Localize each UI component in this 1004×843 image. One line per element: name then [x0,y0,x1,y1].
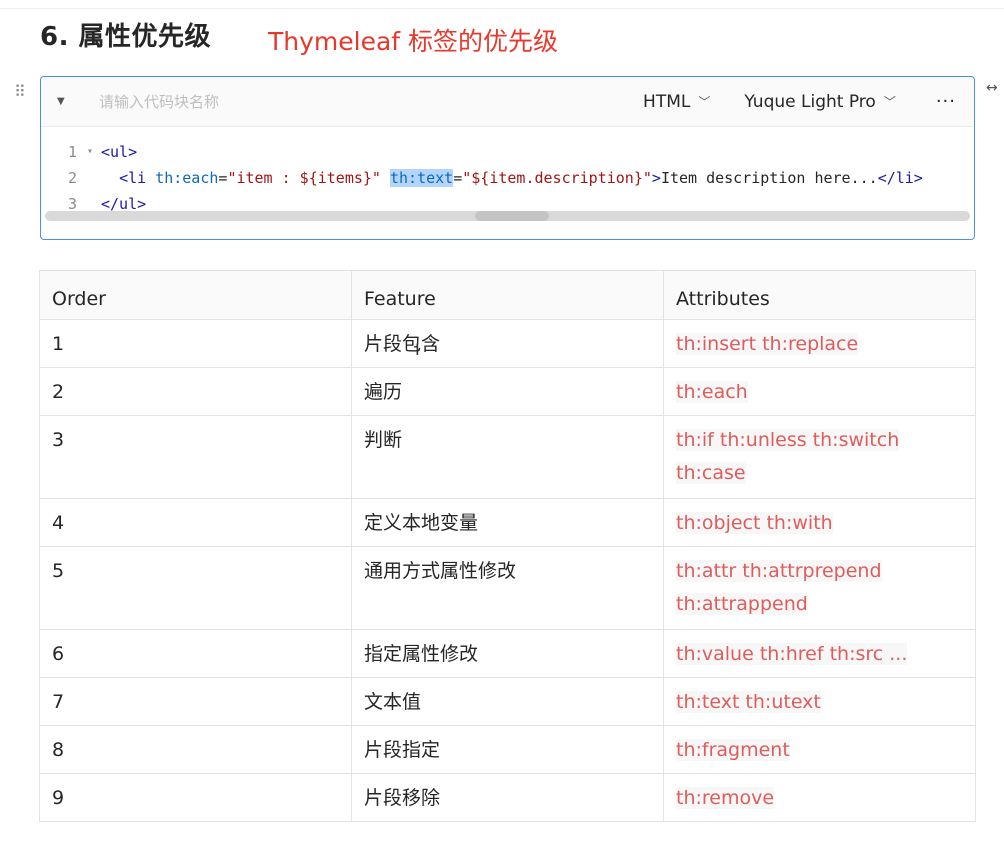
order-cell: 3 [39,415,352,499]
table-row: 9 片段移除 th:remove [39,773,976,822]
code-line: 2 <li th:each="item : ${items}" th:text=… [41,165,974,191]
attributes-cell: th:fragment [663,725,976,774]
order-cell: 1 [39,319,352,368]
code-token: </li> [877,169,923,187]
attribute-code: th:text th:utext [676,691,821,713]
table-row: 5 通用方式属性修改 th:attr th:attrprepend th:attrap… [39,546,976,630]
table-header-row: Order Feature Attributes [39,270,976,320]
fold-caret-icon[interactable]: ▾ [79,139,101,165]
language-label: HTML [643,91,691,112]
code-token: = [453,169,463,187]
attributes-cell: th:insert th:replace [663,319,976,368]
code-line: 1 ▾ <ul> [41,139,974,165]
theme-select[interactable]: Yuque Light Pro ﹀ [744,92,895,112]
feature-cell: 通用方式属性修改 [351,546,664,630]
document-page: 6. 属性优先级 Thymeleaf 标签的优先级 ⠿ ↔ ▼ HTML ﹀ Y… [0,0,1004,843]
code-token: "item : ${items}" [227,169,381,187]
code-token: > [651,169,661,187]
feature-cell: 定义本地变量 [351,498,664,547]
feature-cell: 判断 [351,415,664,499]
table-row: 6 指定属性修改 th:value th:href th:src ... [39,629,976,678]
order-cell: 9 [39,773,352,822]
code-editor[interactable]: 1 ▾ <ul> 2 <li th:each = "item : ${items}"… [41,127,974,223]
more-icon[interactable]: ··· [936,91,956,112]
header-order: Order [39,270,352,320]
attributes-cell: th:each [663,367,976,416]
attribute-code: th:if th:unless th:switch [676,429,900,451]
attributes-cell: th:attr th:attrprepend th:attrappend [663,546,976,630]
attributes-cell: th:text th:utext [663,677,976,726]
code-token: <li [119,169,147,187]
caret-down-icon[interactable]: ▼ [57,96,81,107]
attribute-code: th:insert th:replace [676,333,859,355]
chevron-down-icon: ﹀ [698,95,711,109]
code-token-selected: th:text [390,169,454,187]
line-number: 1 [67,143,77,161]
feature-cell: 片段指定 [351,725,664,774]
order-cell: 7 [39,677,352,726]
feature-cell: 指定属性修改 [351,629,664,678]
code-block-toolbar: ▼ HTML ﹀ Yuque Light Pro ﹀ ··· [41,77,974,127]
code-token: th:each [155,169,219,187]
feature-cell: 片段包含 [351,319,664,368]
horizontal-scrollbar[interactable] [45,211,970,221]
order-cell: 4 [39,498,352,547]
feature-cell: 片段移除 [351,773,664,822]
code-block[interactable]: ▼ HTML ﹀ Yuque Light Pro ﹀ ··· 1 ▾ <ul> … [40,76,975,240]
header-feature: Feature [351,270,664,320]
expand-arrows-icon[interactable]: ↔ [986,80,998,96]
attribute-code: th:fragment [676,739,790,761]
code-token: Item description here... [660,169,878,187]
red-annotation-text: Thymeleaf 标签的优先级 [268,27,559,56]
code-block-name-input[interactable] [81,92,610,111]
table-row: 8 片段指定 th:fragment [39,725,976,774]
priority-table: Order Feature Attributes 1 片段包含 th:insert … [39,270,976,822]
attribute-code: th:each [676,381,748,403]
attribute-code: th:value th:href th:src ... [676,643,908,665]
table-row: 1 片段包含 th:insert th:replace [39,319,976,368]
attribute-code: th:attr th:attrprepend [676,560,882,582]
table-row: 3 判断 th:if th:unless th:switch th:case [39,415,976,499]
attribute-code: th:remove [676,787,775,809]
attributes-cell: th:if th:unless th:switch th:case [663,415,976,499]
attributes-cell: th:remove [663,773,976,822]
drag-handle-icon[interactable]: ⠿ [14,84,26,100]
line-number: 2 [67,169,77,187]
table-row: 7 文本值 th:text th:utext [39,677,976,726]
section-heading: 6. 属性优先级 [40,21,212,52]
feature-cell: 遍历 [351,367,664,416]
order-cell: 2 [39,367,352,416]
table-row: 4 定义本地变量 th:object th:with [39,498,976,547]
order-cell: 6 [39,629,352,678]
attributes-cell: th:object th:with [663,498,976,547]
feature-cell: 文本值 [351,677,664,726]
theme-label: Yuque Light Pro [744,91,876,112]
attributes-cell: th:value th:href th:src ... [663,629,976,678]
code-token: "${item.description}" [462,169,652,187]
language-select[interactable]: HTML ﹀ [643,92,710,112]
text-cursor-icon: I [415,340,420,359]
attribute-code: th:attrappend [676,593,808,615]
table-row: 2 遍历 th:each [39,367,976,416]
top-divider [0,8,1004,9]
order-cell: 8 [39,725,352,774]
chevron-down-icon: ﹀ [883,95,896,109]
scrollbar-thumb[interactable] [475,211,549,221]
section-heading-row: 6. 属性优先级 [40,14,211,54]
attribute-code: th:case [676,462,746,484]
order-cell: 5 [39,546,352,630]
attribute-code: th:object th:with [676,512,833,534]
code-token: <ul> [101,143,138,161]
header-attributes: Attributes [663,270,976,320]
